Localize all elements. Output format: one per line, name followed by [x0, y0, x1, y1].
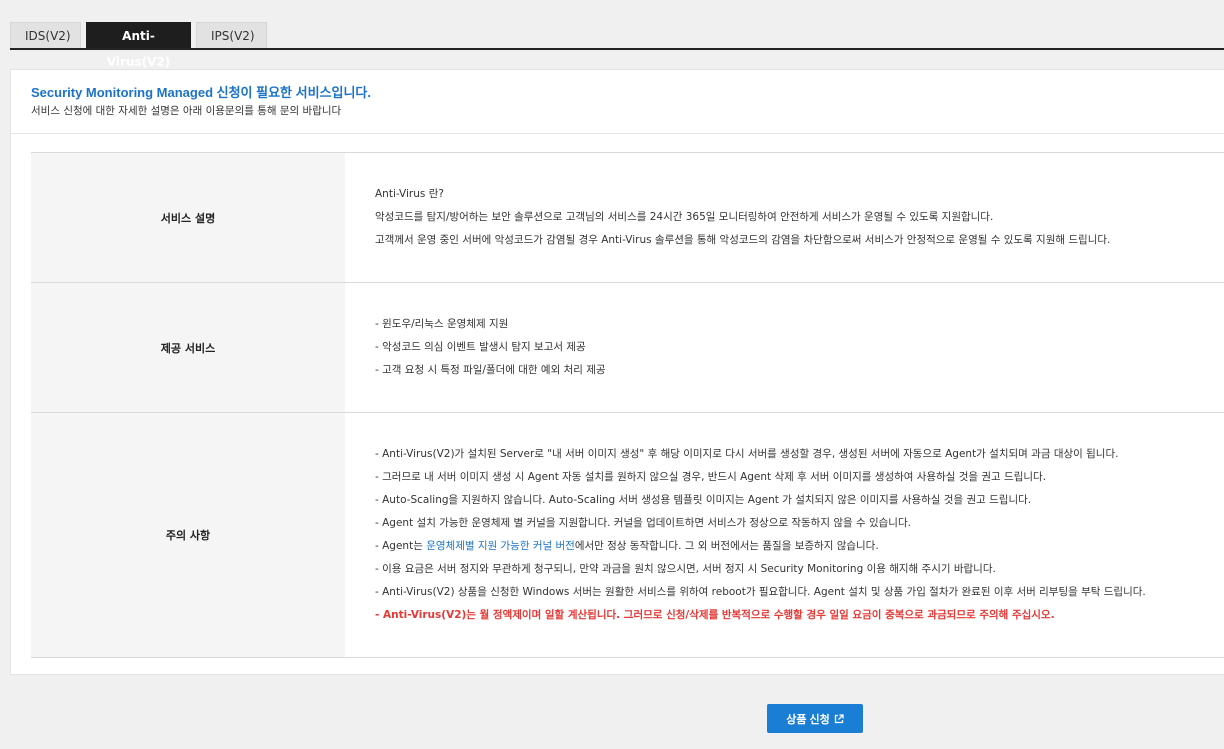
note-item: - Anti-Virus(V2)가 설치된 Server로 "내 서버 이미지 …	[375, 448, 1119, 460]
provided-item: - 윈도우/리눅스 운영체제 지원	[375, 318, 509, 330]
provided-item: - 악성코드 의심 이벤트 발생시 탐지 보고서 제공	[375, 341, 586, 353]
row-label: 제공 서비스	[31, 283, 345, 412]
description-line: 고객께서 운영 중인 서버에 악성코드가 감염될 경우 Anti-Virus 솔…	[375, 234, 1111, 246]
note-item: - 이용 요금은 서버 정지와 무관하게 청구되니, 만약 과금을 원치 않으시…	[375, 563, 996, 575]
row-label: 서비스 설명	[31, 153, 345, 282]
row-content: - Anti-Virus(V2)가 설치된 Server로 "내 서버 이미지 …	[345, 413, 1224, 657]
row-label: 주의 사항	[31, 413, 345, 657]
row-service-description: 서비스 설명 Anti-Virus 란? 악성코드를 탐지/방어하는 보안 솔루…	[31, 153, 1224, 283]
tab-anti-virus-v2[interactable]: Anti-Virus(V2)	[86, 22, 191, 69]
note-text: - Agent는	[375, 540, 427, 552]
row-content: Anti-Virus 란? 악성코드를 탐지/방어하는 보안 솔루션으로 고객님…	[345, 153, 1224, 282]
note-item: - Auto-Scaling을 지원하지 않습니다. Auto-Scaling …	[375, 494, 1032, 506]
billing-warning: - Anti-Virus(V2)는 월 정액제이며 일할 계산됩니다. 그러므로…	[375, 609, 1055, 621]
note-item: - Anti-Virus(V2) 상품을 신청한 Windows 서버는 원활한…	[375, 586, 1146, 598]
panel-header: Security Monitoring Managed 신청이 필요한 서비스입…	[11, 70, 1224, 134]
provided-item: - 고객 요청 시 특정 파일/폴더에 대한 예외 처리 제공	[375, 364, 606, 376]
service-panel: Security Monitoring Managed 신청이 필요한 서비스입…	[10, 69, 1224, 675]
apply-product-button[interactable]: 상품 신청	[767, 704, 863, 733]
tab-ips-v2[interactable]: IPS(V2)	[196, 22, 267, 48]
note-item: - 그러므로 내 서버 이미지 생성 시 Agent 자동 설치를 원하지 않으…	[375, 471, 1047, 483]
row-content: - 윈도우/리눅스 운영체제 지원 - 악성코드 의심 이벤트 발생시 탐지 보…	[345, 283, 1224, 412]
page-subtitle: 서비스 신청에 대한 자세한 설명은 아래 이용문의를 통해 문의 바랍니다	[31, 105, 342, 117]
description-line: Anti-Virus 란?	[375, 188, 444, 200]
external-link-icon	[834, 713, 844, 724]
page-title: Security Monitoring Managed 신청이 필요한 서비스입…	[31, 85, 371, 100]
note-item-kernel: - Agent는 운영체제별 지원 가능한 커널 버전에서만 정상 동작합니다.…	[375, 535, 1224, 558]
apply-button-label: 상품 신청	[786, 713, 830, 726]
note-text: 에서만 정상 동작합니다. 그 외 버전에서는 품질을 보증하지 않습니다.	[574, 540, 879, 552]
product-tabs: IDS(V2) Anti-Virus(V2) IPS(V2)	[10, 20, 1224, 69]
row-precautions: 주의 사항 - Anti-Virus(V2)가 설치된 Server로 "내 서…	[31, 413, 1224, 658]
description-line: 악성코드를 탐지/방어하는 보안 솔루션으로 고객님의 서비스를 24시간 36…	[375, 211, 994, 223]
row-provided-services: 제공 서비스 - 윈도우/리눅스 운영체제 지원 - 악성코드 의심 이벤트 발…	[31, 283, 1224, 413]
tab-ids-v2[interactable]: IDS(V2)	[10, 22, 81, 48]
service-info-table: 서비스 설명 Anti-Virus 란? 악성코드를 탐지/방어하는 보안 솔루…	[31, 152, 1224, 658]
note-item: - Agent 설치 가능한 운영체제 별 커널을 지원합니다. 커널을 업데이…	[375, 517, 911, 529]
kernel-version-link[interactable]: 운영체제별 지원 가능한 커널 버전	[426, 540, 575, 552]
